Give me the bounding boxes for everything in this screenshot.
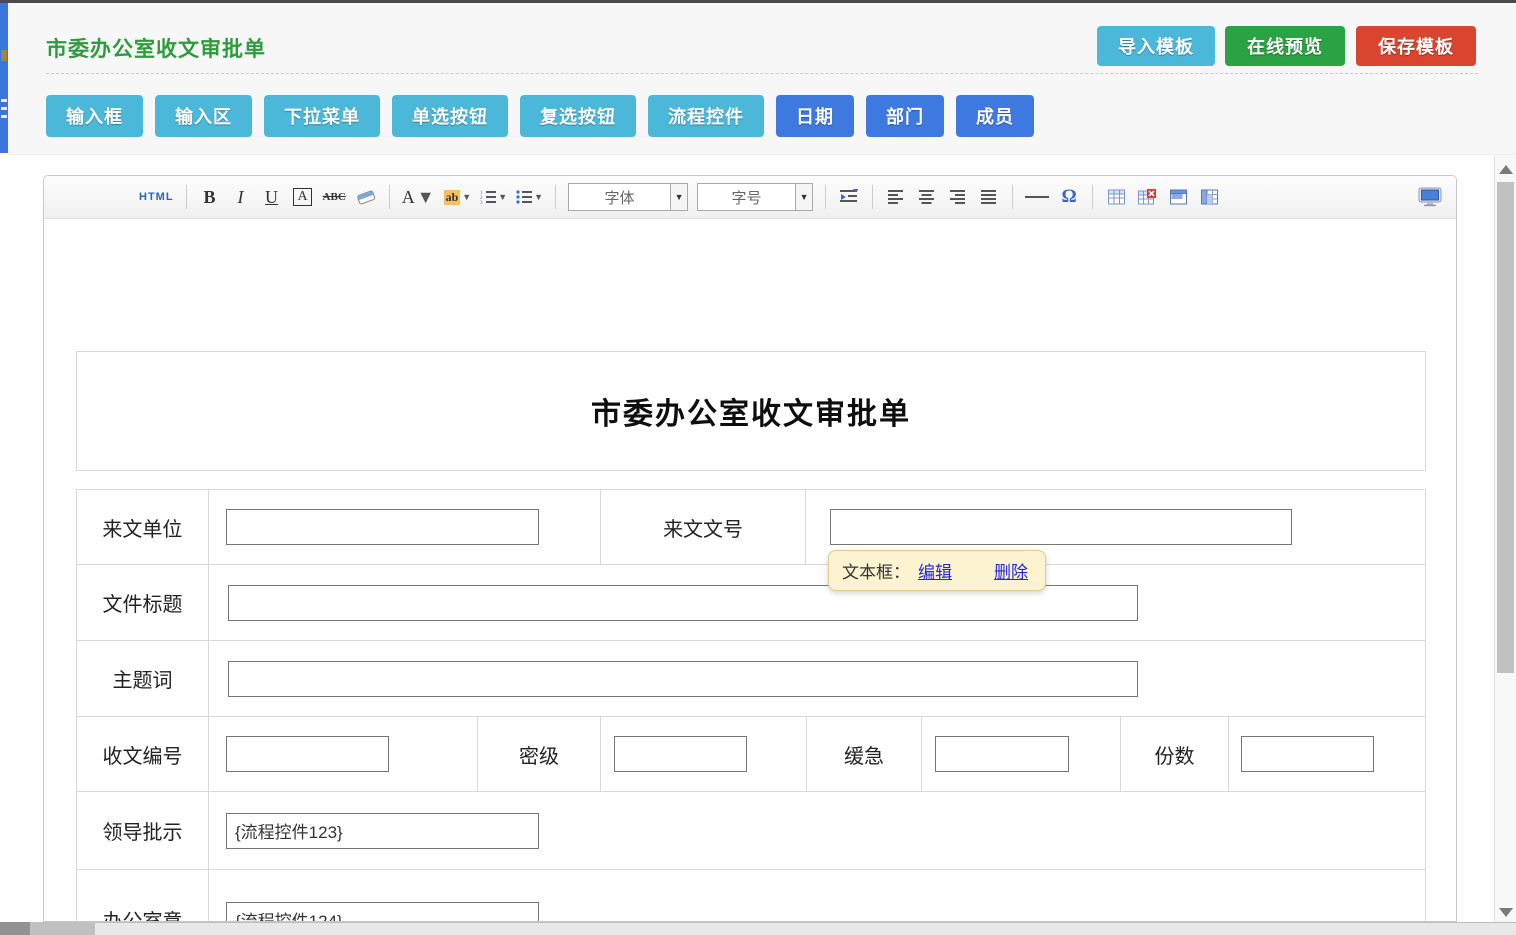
save-template-button[interactable]: 保存模板: [1356, 26, 1476, 66]
palette-member-button[interactable]: 成员: [956, 95, 1034, 137]
security-level-input[interactable]: [614, 736, 747, 772]
label-copies: 份数: [1121, 717, 1229, 791]
delete-field-link[interactable]: 删除: [994, 558, 1028, 583]
label-urgency: 缓急: [807, 717, 922, 791]
bold-button[interactable]: B: [199, 183, 221, 211]
palette-department-button[interactable]: 部门: [866, 95, 944, 137]
chevron-down-icon: ▼: [670, 184, 687, 210]
header-divider: [46, 73, 1478, 74]
rich-text-editor: HTML B I U A ABC A▼ ab▼ 1 2 3 ▼: [43, 175, 1457, 922]
vertical-scrollbar[interactable]: [1494, 155, 1516, 935]
horizontal-rule-button[interactable]: [1025, 183, 1049, 211]
svg-text:3: 3: [480, 201, 483, 205]
label-office-opinion: 办公室意: [77, 870, 209, 922]
label-incoming-doc-number: 来文文号: [601, 490, 806, 564]
cell-leader-instructions: [209, 792, 1425, 869]
strikethrough-button[interactable]: ABC: [323, 183, 346, 211]
tooltip-label: 文本框：: [842, 558, 910, 583]
urgency-input[interactable]: [935, 736, 1069, 772]
chevron-down-icon: ▼: [795, 184, 812, 210]
cell-security-level: [601, 717, 807, 791]
cell-receipt-number: [209, 717, 478, 791]
table-properties-button[interactable]: [1167, 183, 1189, 211]
table-row: 来文单位 来文文号: [77, 490, 1425, 565]
scrollbar-thumb[interactable]: [1497, 182, 1514, 673]
palette-date-button[interactable]: 日期: [776, 95, 854, 137]
receipt-number-input[interactable]: [226, 736, 389, 772]
palette-textarea-button[interactable]: 输入区: [155, 95, 252, 137]
document-title: 市委办公室收文审批单: [591, 389, 911, 433]
field-action-tooltip: 文本框： 编辑 删除: [828, 550, 1046, 591]
scroll-down-arrow-icon[interactable]: [1499, 908, 1513, 917]
online-preview-button[interactable]: 在线预览: [1225, 26, 1345, 66]
scroll-up-arrow-icon[interactable]: [1499, 165, 1513, 174]
ordered-list-button[interactable]: 1 2 3 ▼: [480, 183, 507, 211]
table-row: 办公室意: [77, 870, 1425, 922]
font-size-select[interactable]: 字号▼: [697, 183, 813, 211]
page-title: 市委办公室收文审批单: [46, 33, 266, 63]
table-row: 收文编号 密级 缓急 份数: [77, 717, 1425, 792]
palette-radio-button[interactable]: 单选按钮: [392, 95, 508, 137]
special-character-button[interactable]: Ω: [1058, 183, 1080, 211]
edit-field-link[interactable]: 编辑: [918, 558, 952, 583]
header: 市委办公室收文审批单 导入模板 在线预览 保存模板 输入框 输入区 下拉菜单 单…: [8, 3, 1516, 155]
incoming-unit-input[interactable]: [226, 509, 539, 545]
subject-words-input[interactable]: [228, 661, 1138, 697]
align-left-button[interactable]: [885, 183, 907, 211]
underline-button[interactable]: U: [261, 183, 283, 211]
office-opinion-input[interactable]: [226, 902, 539, 923]
cell-copies: [1229, 717, 1425, 791]
align-right-button[interactable]: [947, 183, 969, 211]
editor-toolbar: HTML B I U A ABC A▼ ab▼ 1 2 3 ▼: [44, 176, 1456, 219]
table-row: 领导批示: [77, 792, 1425, 870]
component-palette: 输入框 输入区 下拉菜单 单选按钮 复选按钮 流程控件 日期 部门 成员: [46, 95, 1034, 137]
font-style-icon[interactable]: A: [292, 183, 314, 211]
remove-format-eraser-icon[interactable]: [355, 183, 377, 211]
align-center-button[interactable]: [916, 183, 938, 211]
label-subject-words: 主题词: [77, 641, 209, 716]
label-security-level: 密级: [478, 717, 601, 791]
label-receipt-number: 收文编号: [77, 717, 209, 791]
table-row: 文件标题: [77, 565, 1425, 641]
unordered-list-button[interactable]: ▼: [516, 183, 543, 211]
palette-checkbox-button[interactable]: 复选按钮: [520, 95, 636, 137]
indent-button[interactable]: [838, 183, 860, 211]
highlight-color-button[interactable]: ab▼: [444, 183, 472, 211]
window-bottom-edge: [0, 922, 1516, 935]
label-document-title: 文件标题: [77, 565, 209, 640]
copies-input[interactable]: [1241, 736, 1374, 772]
label-incoming-unit: 来文单位: [77, 490, 209, 564]
cell-properties-button[interactable]: [1198, 183, 1220, 211]
label-leader-instructions: 领导批示: [77, 792, 209, 869]
left-panel-edge: [0, 3, 8, 153]
cell-document-title: [209, 565, 1425, 640]
html-source-button[interactable]: HTML: [139, 183, 174, 211]
palette-dropdown-button[interactable]: 下拉菜单: [264, 95, 380, 137]
cell-office-opinion: [209, 870, 1425, 922]
editor-document: 市委办公室收文审批单 来文单位 来文文号 文件标题: [44, 219, 1456, 922]
approval-form-table: 来文单位 来文文号 文件标题 主题词: [76, 489, 1426, 922]
delete-table-button[interactable]: [1136, 183, 1158, 211]
italic-button[interactable]: I: [230, 183, 252, 211]
document-title-box: 市委办公室收文审批单: [76, 351, 1426, 471]
cell-incoming-unit: [209, 490, 601, 564]
palette-flow-control-button[interactable]: 流程控件: [648, 95, 764, 137]
font-family-select[interactable]: 字体▼: [568, 183, 688, 211]
palette-input-box-button[interactable]: 输入框: [46, 95, 143, 137]
insert-table-button[interactable]: [1105, 183, 1127, 211]
import-template-button[interactable]: 导入模板: [1097, 26, 1215, 66]
fullscreen-preview-icon[interactable]: [1418, 183, 1442, 211]
table-row: 主题词: [77, 641, 1425, 717]
cell-subject-words: [209, 641, 1425, 716]
cell-urgency: [922, 717, 1121, 791]
font-color-button[interactable]: A▼: [402, 183, 435, 211]
leader-instructions-input[interactable]: [226, 813, 539, 849]
incoming-doc-number-input[interactable]: [830, 509, 1292, 545]
align-justify-button[interactable]: [978, 183, 1000, 211]
